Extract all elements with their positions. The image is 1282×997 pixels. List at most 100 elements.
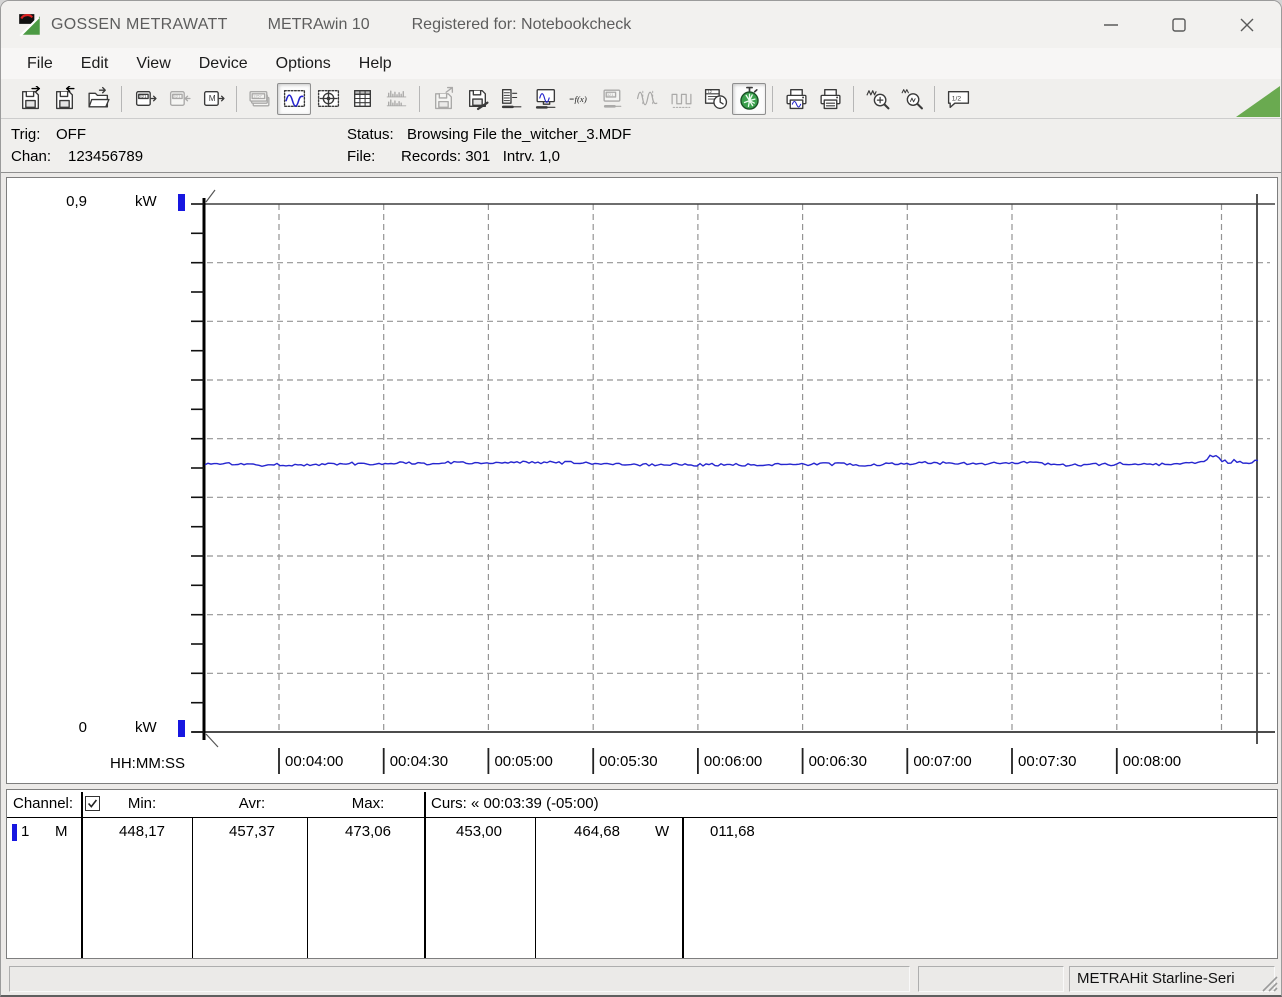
export-data-button [426,83,460,115]
menu-item-edit[interactable]: Edit [67,49,123,79]
chart-view-button[interactable] [277,82,311,115]
y-axis-bottom-unit: kW [135,719,157,736]
x-tick-label: 00:04:00 [285,753,344,770]
table-divider [192,818,193,958]
zoom-out-icon [901,89,923,110]
print-preview-button[interactable] [779,83,813,115]
cell-channel-mode: M [55,823,68,840]
channel-visibility-checkbox[interactable] [85,796,100,811]
menu-item-device[interactable]: Device [185,49,262,79]
table-divider [424,792,426,958]
table-view-button[interactable] [345,83,379,115]
toolbar-separator [934,85,935,112]
file-value: Records: 301 Intrv. 1,0 [401,148,560,165]
title-registered: Registered for: Notebookcheck [411,15,632,33]
stopwatch-icon [739,86,759,110]
read-device-321-button[interactable]: 321 [128,83,162,115]
toolbar-separator [236,85,237,112]
save-export-button[interactable] [13,83,47,115]
x-tick-label: 00:05:00 [494,753,553,770]
meter1257-icon: 1257 [248,91,270,107]
statusbar-device-panel: METRAHit Starline-Seri [1069,966,1275,992]
floppy-tool-icon [468,90,489,111]
minimize-icon [1104,23,1118,26]
floppy-out-icon [21,86,40,110]
statusbar-info-panel [918,966,1064,992]
scope-view-button[interactable] [311,83,345,115]
trig-label: Trig: [11,126,41,143]
channel1-color-marker-top [178,194,185,211]
svg-text:M: M [208,93,215,103]
device-name: METRAHit Starline-Seri [1077,970,1235,987]
sine-icon [636,90,657,107]
title-brand: GOSSEN METRAWATT [51,15,228,33]
resize-grip[interactable] [1261,975,1279,993]
display-config-button[interactable] [528,83,562,115]
close-icon [1240,18,1254,31]
save-import-button[interactable] [47,83,81,115]
fx-icon: =f(x) [568,94,586,104]
print-button[interactable] [813,83,847,115]
chan-label: Chan: [11,148,52,165]
svg-text:321: 321 [173,94,181,99]
x-tick-label: 00:07:30 [1018,753,1077,770]
svg-text:1257: 1257 [253,93,262,98]
y-axis-bottom-value: 0 [78,719,87,736]
meter-tool-icon: 321 [602,89,621,108]
app-logo-icon [19,13,40,37]
monitor-tool-icon [535,88,555,109]
status-value: Browsing File the_witcher_3.MDF [407,126,632,143]
interval-timer-button[interactable] [732,82,766,115]
analog-trigger-button [630,83,664,115]
toolbar-corner-triangle [1236,86,1280,117]
zoom-in-button[interactable] [860,83,894,115]
device321-out-icon: 321 [135,91,157,106]
menu-item-help[interactable]: Help [345,49,406,79]
open-file-button[interactable] [81,83,115,115]
close-button[interactable] [1213,1,1281,48]
menu-item-options[interactable]: Options [262,49,345,79]
window-controls [1077,1,1281,48]
x-tick-label: 00:06:30 [808,753,867,770]
col-header-cursor: Curs: « 00:03:39 (-05:00) [431,795,599,812]
status-bar: METRAHit Starline-Seri [1,963,1281,995]
title-bar: GOSSEN METRAWATT METRAwin 10 Registered … [1,1,1281,48]
channel1-color-marker-bottom [178,720,185,737]
date-time-button[interactable]: 12 [698,83,732,115]
table-header-divider [7,817,1277,818]
x-tick-label: 00:04:30 [389,753,449,770]
table-divider [535,818,536,958]
title-app-name: METRAwin 10 [267,15,370,33]
channel-config-button[interactable] [494,83,528,115]
table-divider [81,792,83,958]
crosshair-icon [317,90,339,107]
printer-icon [819,88,841,110]
col-header-channel: Channel: [13,795,74,812]
x-tick-label: 00:06:00 [703,753,763,770]
formula-button[interactable]: =f(x) [562,83,596,115]
folder-icon [87,86,110,108]
file-label: File: [347,148,376,165]
zoom-in-icon [866,90,889,110]
save-config-button[interactable] [460,83,494,115]
minimize-button[interactable] [1077,1,1145,48]
chart-plot[interactable] [7,178,1277,783]
svg-text:1/2: 1/2 [951,96,961,103]
annotation-button[interactable]: 1/2 [941,83,975,115]
table-icon [353,90,371,107]
y-axis-top-unit: kW [135,193,157,210]
power-trace [204,454,1259,468]
histogram-view-button [379,83,413,115]
cell-min: 448,17 [119,823,165,840]
toolbar-separator [121,85,122,112]
zoom-out-button[interactable] [894,83,928,115]
menu-item-file[interactable]: File [13,49,67,79]
pulse-icon [671,93,691,108]
read-memory-button[interactable]: M [196,83,230,115]
maximize-button[interactable] [1145,1,1213,48]
multimeter-view-button: 1257 [243,83,277,115]
menu-item-view[interactable]: View [122,49,184,79]
pulse-trigger-button [664,83,698,115]
histogram-icon [386,90,406,107]
statusbar-message-panel [9,966,910,992]
